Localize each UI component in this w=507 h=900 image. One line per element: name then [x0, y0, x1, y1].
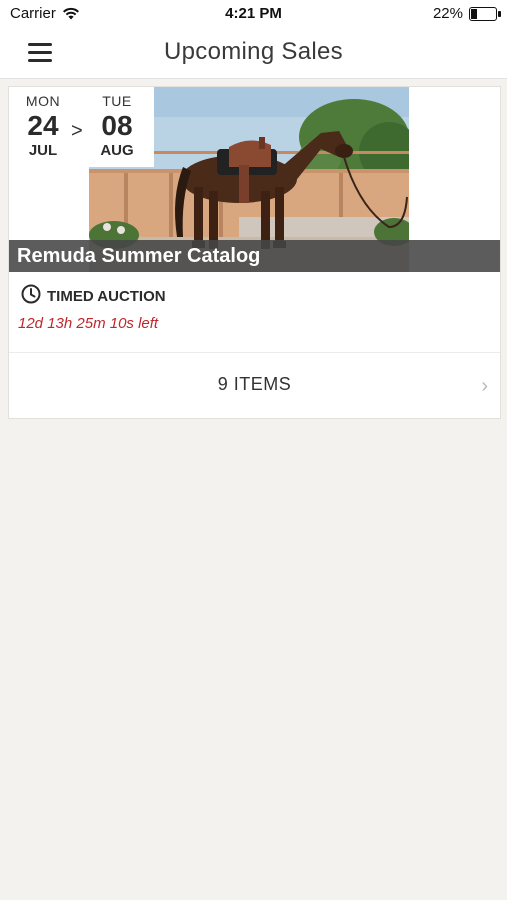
end-day: 08 — [101, 110, 133, 141]
clock-time: 4:21 PM — [225, 5, 282, 22]
status-bar: Carrier 4:21 PM 22% — [0, 0, 507, 28]
items-count-label: 9 ITEMS — [217, 374, 292, 394]
auction-type-label: TIMED AUCTION — [47, 287, 166, 305]
battery-group: 22% — [432, 5, 501, 22]
battery-icon — [469, 6, 501, 21]
time-remaining: 12d 13h 25m 10s left — [18, 315, 159, 332]
start-date: MON 24 JUL — [15, 93, 71, 159]
sale-hero[interactable]: MON 24 JUL > TUE 08 AUG Remuda Summer Ca… — [9, 87, 500, 272]
auction-type: TIMED AUCTION — [21, 284, 166, 308]
catalog-title-band: Remuda Summer Catalog — [9, 240, 500, 272]
items-button[interactable]: 9 ITEMS › — [9, 353, 500, 417]
navigation-bar: Upcoming Sales — [0, 28, 507, 79]
sale-info: TIMED AUCTION 12d 13h 25m 10s left — [9, 272, 500, 353]
clock-icon — [21, 284, 41, 308]
start-month: JUL — [28, 142, 58, 159]
sale-card[interactable]: MON 24 JUL > TUE 08 AUG Remuda Summer Ca… — [8, 86, 501, 419]
end-weekday: TUE — [102, 93, 132, 109]
date-separator: > — [71, 120, 83, 142]
page-title: Upcoming Sales — [164, 38, 343, 65]
start-day: 24 — [27, 110, 59, 141]
end-month: AUG — [100, 142, 134, 159]
chevron-right-icon: › — [481, 375, 488, 397]
end-date: TUE 08 AUG — [89, 93, 145, 159]
battery-fill — [471, 8, 477, 19]
catalog-title[interactable]: Remuda Summer Catalog — [17, 245, 260, 268]
start-weekday: MON — [25, 93, 61, 109]
date-range: MON 24 JUL > TUE 08 AUG — [9, 87, 154, 167]
battery-percent: 22% — [432, 5, 463, 22]
